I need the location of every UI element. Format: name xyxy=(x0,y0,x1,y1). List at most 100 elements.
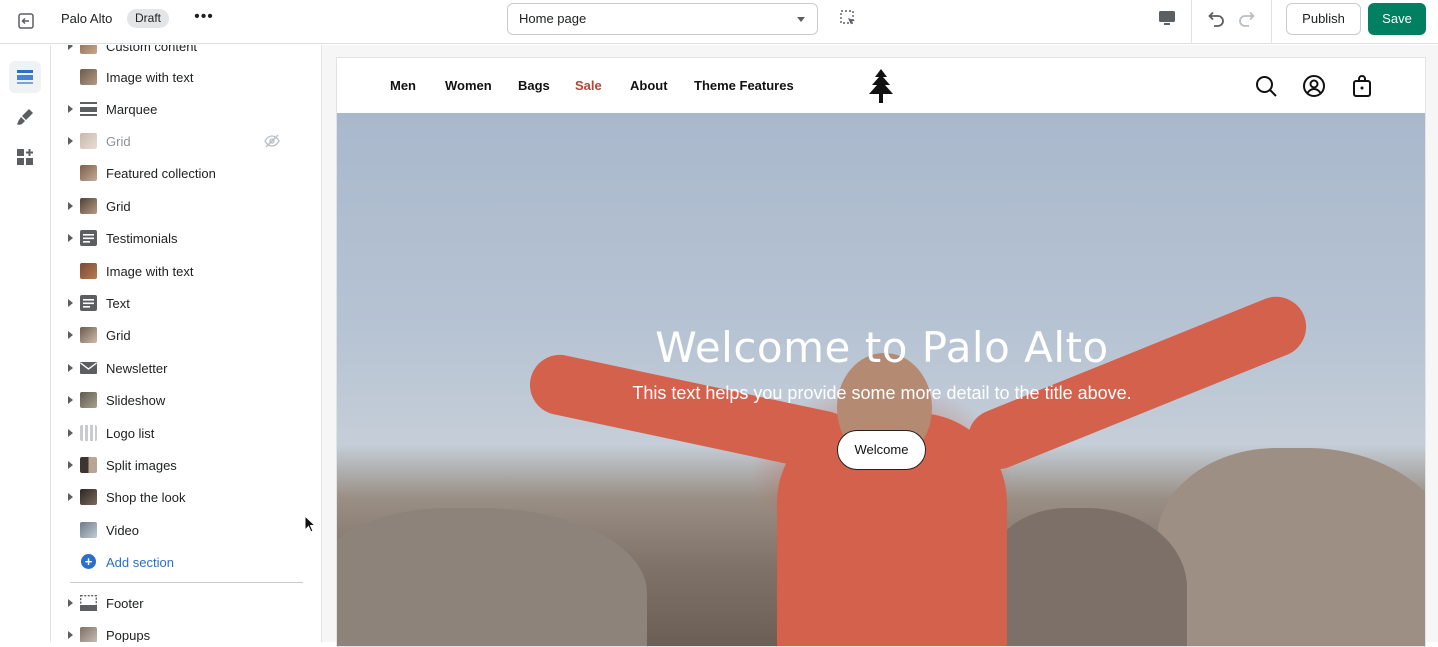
section-row-logo-list[interactable]: Logo list xyxy=(52,417,321,449)
chevron-down-icon xyxy=(797,17,805,22)
save-button[interactable]: Save xyxy=(1368,3,1426,35)
cart-bag-icon[interactable] xyxy=(1350,74,1374,98)
section-row-video[interactable]: Video xyxy=(52,514,321,546)
section-row-popups[interactable]: Popups xyxy=(52,619,321,642)
section-row-newsletter[interactable]: Newsletter xyxy=(52,352,321,384)
hero-rock-left xyxy=(337,508,647,646)
apps-blocks-icon[interactable] xyxy=(9,141,41,173)
store-header: Men Women Bags Sale About Theme Features xyxy=(337,58,1425,113)
nav-link-women[interactable]: Women xyxy=(445,78,492,93)
section-thumbnail-icon xyxy=(80,627,97,642)
page-select-value: Home page xyxy=(519,11,587,26)
account-icon[interactable] xyxy=(1302,74,1326,98)
expand-arrow-icon[interactable] xyxy=(68,461,73,469)
section-row-grid-hidden[interactable]: Grid xyxy=(52,125,321,157)
section-label: Featured collection xyxy=(106,166,216,181)
section-row-grid[interactable]: Grid xyxy=(52,319,321,351)
more-actions-button[interactable]: ••• xyxy=(193,9,215,29)
section-label: Text xyxy=(106,296,130,311)
store-preview: Men Women Bags Sale About Theme Features xyxy=(336,57,1426,647)
text-block-icon xyxy=(80,230,97,246)
section-thumbnail-icon xyxy=(80,45,97,54)
marquee-icon xyxy=(80,101,97,117)
section-row-custom-content[interactable]: Custom content xyxy=(52,45,321,62)
search-icon[interactable] xyxy=(1254,74,1278,98)
expand-arrow-icon[interactable] xyxy=(68,599,73,607)
section-label: Popups xyxy=(106,628,151,642)
section-label: Newsletter xyxy=(106,361,168,376)
text-block-icon xyxy=(80,295,97,311)
section-label: Custom content xyxy=(106,45,198,54)
nav-link-about[interactable]: About xyxy=(630,78,668,93)
section-label: Shop the look xyxy=(106,490,186,505)
expand-arrow-icon[interactable] xyxy=(68,331,73,339)
expand-arrow-icon[interactable] xyxy=(68,299,73,307)
section-row-footer[interactable]: Footer xyxy=(52,587,321,619)
expand-arrow-icon[interactable] xyxy=(68,137,73,145)
theme-settings-brush-icon[interactable] xyxy=(9,101,41,133)
section-row-image-with-text[interactable]: Image with text xyxy=(52,61,321,93)
mouse-cursor-icon xyxy=(304,514,317,533)
section-row-split-images[interactable]: Split images xyxy=(52,449,321,481)
editor-rail xyxy=(0,45,51,642)
section-thumbnail-icon xyxy=(80,327,97,343)
nav-link-theme-features[interactable]: Theme Features xyxy=(694,78,794,93)
section-row-shop-the-look[interactable]: Shop the look xyxy=(52,481,321,513)
expand-arrow-icon[interactable] xyxy=(68,493,73,501)
inspector-select-icon[interactable] xyxy=(838,8,860,30)
section-label: Image with text xyxy=(106,70,194,85)
hero-subtitle: This text helps you provide some more de… xyxy=(632,383,1132,403)
plus-circle-icon: + xyxy=(81,554,96,569)
redo-icon[interactable] xyxy=(1237,8,1259,30)
section-thumbnail-icon xyxy=(80,457,97,473)
page-select[interactable]: Home page xyxy=(507,3,818,35)
divider xyxy=(70,582,303,583)
section-label: Video xyxy=(106,523,140,538)
section-row-image-with-text[interactable]: Image with text xyxy=(52,255,321,287)
publish-button[interactable]: Publish xyxy=(1286,3,1361,35)
add-section-button[interactable]: + Add section xyxy=(52,550,321,574)
expand-arrow-icon[interactable] xyxy=(68,364,73,372)
nav-link-sale[interactable]: Sale xyxy=(575,78,602,93)
undo-icon[interactable] xyxy=(1204,8,1226,30)
status-badge: Draft xyxy=(127,9,170,28)
section-thumbnail-icon xyxy=(80,133,97,149)
expand-arrow-icon[interactable] xyxy=(68,234,73,242)
expand-arrow-icon[interactable] xyxy=(68,631,73,639)
nav-link-men[interactable]: Men xyxy=(390,78,416,93)
hero-banner: Welcome to Palo Alto This text helps you… xyxy=(337,113,1425,646)
expand-arrow-icon[interactable] xyxy=(68,429,73,437)
logos-icon xyxy=(80,425,97,441)
section-label: Marquee xyxy=(106,102,158,117)
expand-arrow-icon[interactable] xyxy=(68,45,73,50)
hero-welcome-button[interactable]: Welcome xyxy=(837,430,926,470)
expand-arrow-icon[interactable] xyxy=(68,396,73,404)
footer-icon xyxy=(79,594,98,612)
sections-icon[interactable] xyxy=(9,61,41,93)
desktop-view-icon[interactable] xyxy=(1157,8,1179,30)
section-row-featured-collection[interactable]: Featured collection xyxy=(52,157,321,189)
divider xyxy=(1271,0,1272,44)
expand-arrow-icon[interactable] xyxy=(68,105,73,113)
hero-rock-right xyxy=(1157,448,1425,646)
exit-icon[interactable] xyxy=(14,9,38,33)
section-label: Slideshow xyxy=(106,393,166,408)
section-label: Footer xyxy=(106,596,144,611)
hero-title: Welcome to Palo Alto xyxy=(655,323,1109,372)
section-thumbnail-icon xyxy=(80,165,97,181)
section-label: Split images xyxy=(106,458,177,473)
section-row-text[interactable]: Text xyxy=(52,287,321,319)
store-logo-tree-icon[interactable] xyxy=(865,68,897,104)
expand-arrow-icon[interactable] xyxy=(68,202,73,210)
eye-hidden-icon[interactable] xyxy=(264,133,280,149)
mail-icon xyxy=(80,360,97,376)
editor-topbar: Palo Alto Draft ••• Home page Publish Sa… xyxy=(0,0,1438,44)
sections-sidebar: Custom content Image with text Marquee G… xyxy=(52,45,322,642)
section-row-testimonials[interactable]: Testimonials xyxy=(52,222,321,254)
section-row-grid[interactable]: Grid xyxy=(52,190,321,222)
add-section-label: Add section xyxy=(106,555,174,570)
section-row-marquee[interactable]: Marquee xyxy=(52,93,321,125)
section-label: Logo list xyxy=(106,426,155,441)
nav-link-bags[interactable]: Bags xyxy=(518,78,550,93)
section-row-slideshow[interactable]: Slideshow xyxy=(52,384,321,416)
